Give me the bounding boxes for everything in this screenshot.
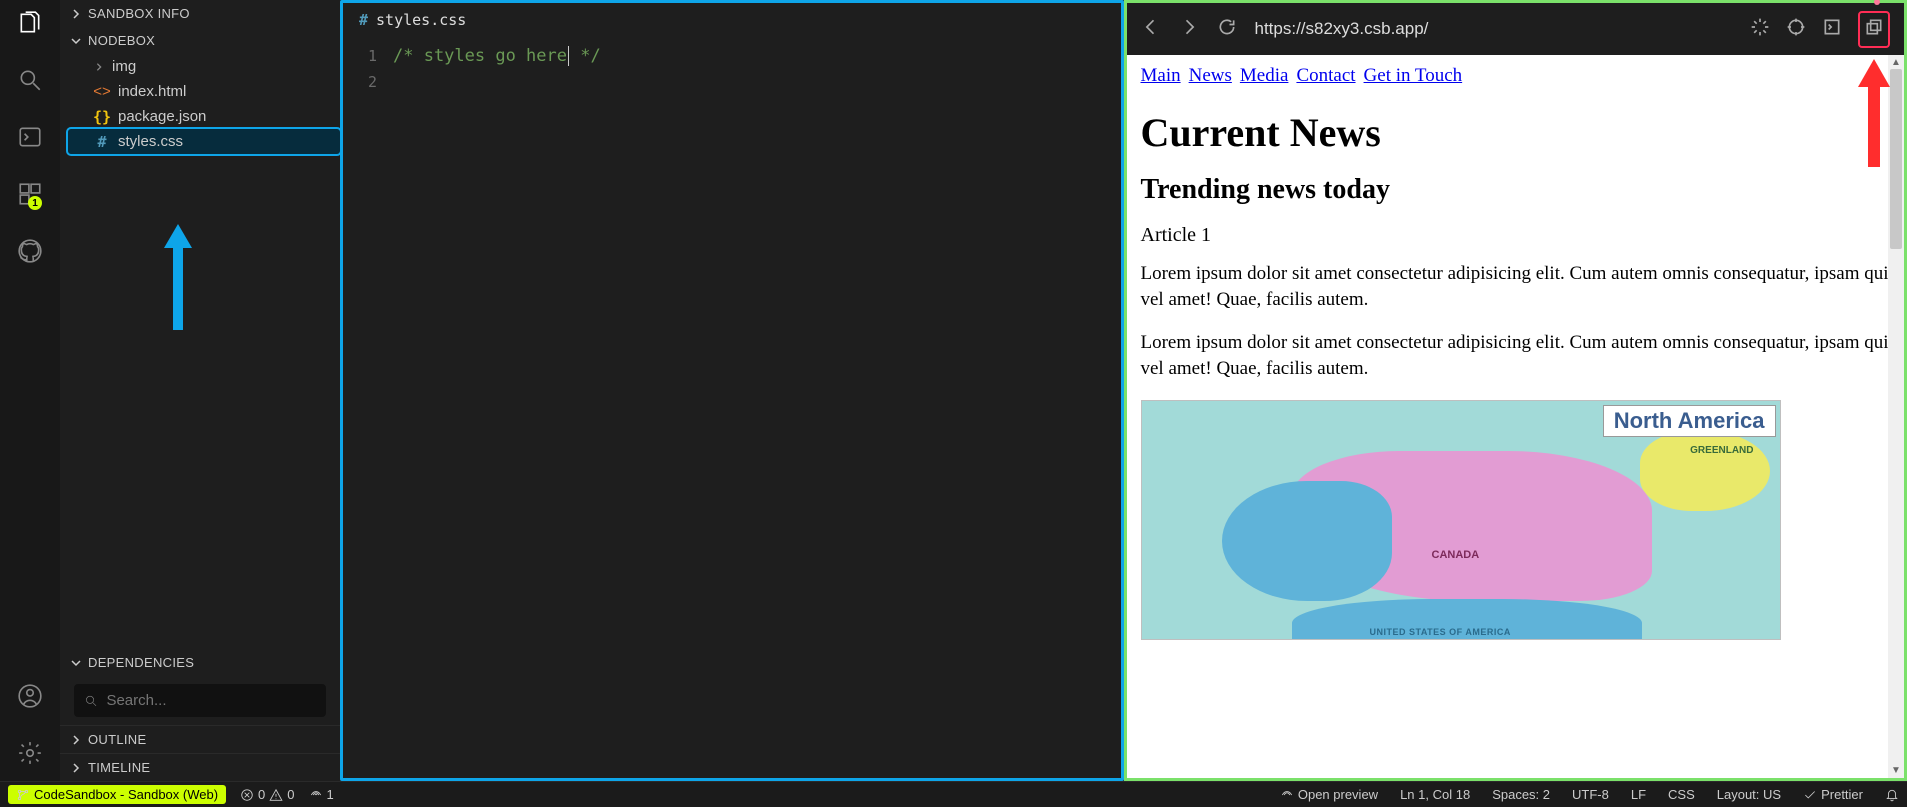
tab-label: styles.css [376,11,466,29]
section-label: TIMELINE [88,760,150,775]
file-tree: img <> index.html {} package.json # styl… [60,54,340,154]
activity-bar: 1 [0,0,60,781]
scroll-thumb[interactable] [1890,69,1902,249]
article-paragraph: Lorem ipsum dolor sit amet consectetur a… [1141,330,1891,381]
status-encoding[interactable]: UTF-8 [1572,787,1609,802]
article-paragraph: Lorem ipsum dolor sit amet consectetur a… [1141,261,1891,312]
status-ports[interactable]: 1 [309,787,334,802]
json-icon: {} [94,109,110,125]
preview-content[interactable]: Main News Media Contact Get in Touch Cur… [1127,55,1905,778]
gutter: 1 2 [343,43,393,95]
status-open-preview[interactable]: Open preview [1280,787,1378,802]
map-label-canada: CANADA [1432,549,1480,561]
folder-img[interactable]: img [68,54,340,79]
status-bar: CodeSandbox - Sandbox (Web) 0 0 1 Open p… [0,781,1907,807]
file-label: img [112,58,136,75]
nav-media[interactable]: Media [1240,65,1289,86]
status-language[interactable]: CSS [1668,787,1695,802]
back-icon[interactable] [1141,17,1161,42]
branch-label: CodeSandbox - Sandbox (Web) [34,787,218,802]
map-image: North America GREENLAND CANADA UNITED ST… [1141,400,1781,640]
chevron-right-icon [70,734,82,746]
status-layout[interactable]: Layout: US [1717,787,1781,802]
file-label: package.json [118,108,206,125]
sparkle-icon[interactable] [1750,17,1770,42]
article-title: Article 1 [1141,224,1891,247]
section-outline[interactable]: OUTLINE [60,725,340,753]
dependencies-search[interactable] [74,684,326,717]
preview-pane: https://s82xy3.csb.app/ Main News Media … [1124,0,1907,781]
status-bell-icon[interactable] [1885,788,1899,802]
section-timeline[interactable]: TIMELINE [60,753,340,781]
terminal-icon[interactable] [17,124,43,155]
search-input[interactable] [106,692,316,709]
search-icon [84,693,98,709]
html-icon: <> [94,84,110,100]
editor-pane: # styles.css 1 2 /* styles go here */ [340,0,1124,781]
reload-icon[interactable] [1217,17,1237,42]
scroll-down-icon[interactable]: ▼ [1891,765,1901,776]
preview-scrollbar[interactable]: ▲ ▼ [1888,55,1904,778]
section-dependencies[interactable]: DEPENDENCIES [60,649,340,676]
status-prettier[interactable]: Prettier [1803,787,1863,802]
chevron-right-icon [70,762,82,774]
preview-nav: Main News Media Contact Get in Touch [1141,65,1891,87]
section-label: NODEBOX [88,33,155,48]
file-styles-css[interactable]: # styles.css [68,129,340,154]
map-title: North America [1603,405,1776,437]
page-subheading: Trending news today [1141,174,1891,206]
chevron-down-icon [70,657,82,669]
chevron-down-icon [70,35,82,47]
devtools-icon[interactable] [1822,17,1842,42]
nav-get-in-touch[interactable]: Get in Touch [1364,65,1463,86]
code-line: /* styles go here */ [393,43,1121,69]
nav-main[interactable]: Main [1141,65,1181,86]
file-package-json[interactable]: {} package.json [68,104,340,129]
map-label-usa: UNITED STATES OF AMERICA [1370,627,1511,637]
file-index-html[interactable]: <> index.html [68,79,340,104]
open-new-window-button[interactable] [1858,11,1890,48]
code-area[interactable]: 1 2 /* styles go here */ [343,37,1121,95]
url-text[interactable]: https://s82xy3.csb.app/ [1255,19,1733,39]
account-icon[interactable] [17,683,43,714]
map-label-greenland: GREENLAND [1690,445,1753,456]
explorer-icon[interactable] [17,10,43,41]
nav-contact[interactable]: Contact [1296,65,1355,86]
status-eol[interactable]: LF [1631,787,1646,802]
file-label: styles.css [118,133,183,150]
section-label: OUTLINE [88,732,146,747]
line-number: 1 [343,43,377,69]
section-label: SANDBOX INFO [88,6,190,21]
css-icon: # [359,11,368,29]
github-icon[interactable] [17,238,43,269]
notification-dot [1874,0,1880,5]
search-icon[interactable] [17,67,43,98]
file-label: index.html [118,83,186,100]
badge: 1 [28,196,42,210]
preview-toolbar: https://s82xy3.csb.app/ [1127,3,1905,55]
status-spaces[interactable]: Spaces: 2 [1492,787,1550,802]
status-errors[interactable]: 0 0 [240,787,294,802]
status-branch[interactable]: CodeSandbox - Sandbox (Web) [8,785,226,804]
section-sandbox-info[interactable]: SANDBOX INFO [60,0,340,27]
forward-icon[interactable] [1179,17,1199,42]
page-heading: Current News [1141,109,1891,156]
text-cursor [568,46,569,66]
section-label: DEPENDENCIES [88,655,194,670]
css-icon: # [94,134,110,150]
settings-icon[interactable] [17,740,43,771]
scroll-up-icon[interactable]: ▲ [1891,57,1901,68]
explorer-sidebar: SANDBOX INFO NODEBOX img <> index.html {… [60,0,340,781]
target-icon[interactable] [1786,17,1806,42]
chevron-right-icon [70,8,82,20]
line-number: 2 [343,69,377,95]
chevron-right-icon [94,62,104,72]
editor-tab-styles[interactable]: # styles.css [343,3,1121,37]
status-cursor[interactable]: Ln 1, Col 18 [1400,787,1470,802]
nav-news[interactable]: News [1189,65,1232,86]
section-nodebox[interactable]: NODEBOX [60,27,340,54]
